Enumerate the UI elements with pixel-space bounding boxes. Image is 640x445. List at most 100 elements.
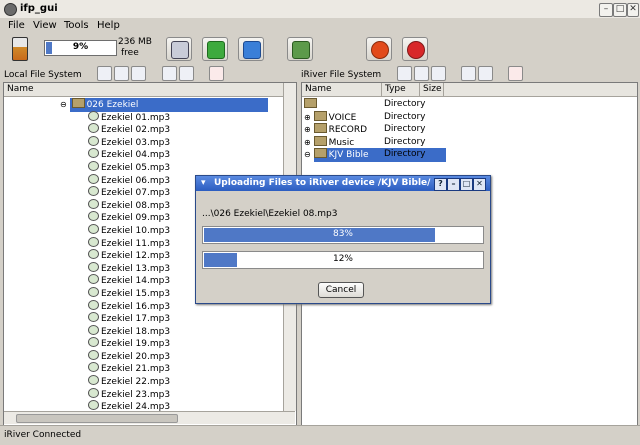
- format-button[interactable]: [366, 37, 392, 61]
- close-button[interactable]: ✕: [627, 3, 639, 17]
- download-button[interactable]: [202, 37, 228, 61]
- local-file-name: Ezekiel 18.mp3: [101, 326, 171, 337]
- local-file-name: Ezekiel 02.mp3: [101, 125, 171, 136]
- remote-home-button[interactable]: [414, 66, 429, 81]
- remote-folder-row[interactable]: ⊖ KJV Bible Directory: [304, 148, 449, 162]
- remote-rename-button[interactable]: [478, 66, 493, 81]
- upload-button[interactable]: [238, 37, 264, 61]
- folder-icon: [313, 135, 327, 146]
- audio-file-icon: [88, 123, 99, 134]
- local-file-row[interactable]: Ezekiel 01.mp3: [88, 110, 284, 124]
- dialog-minimize-button[interactable]: –: [447, 178, 460, 191]
- local-file-row[interactable]: Ezekiel 18.mp3: [88, 324, 284, 338]
- folder-icon: [71, 98, 85, 108]
- local-file-name: Ezekiel 08.mp3: [101, 200, 171, 211]
- remote-root-row[interactable]: Directory: [304, 98, 449, 111]
- local-refresh-button[interactable]: [97, 66, 112, 81]
- free-space-amount: 236 MB: [118, 37, 152, 47]
- local-info-button[interactable]: [162, 66, 177, 81]
- local-horizontal-scrollbar[interactable]: [4, 411, 295, 424]
- menu-tools[interactable]: Tools: [64, 20, 89, 31]
- expand-icon[interactable]: ⊖: [304, 150, 311, 159]
- remote-delete-button[interactable]: [508, 66, 523, 81]
- battery-icon: [10, 37, 30, 61]
- device-icon: [171, 41, 189, 59]
- audio-file-icon: [88, 211, 99, 222]
- dialog-title: Uploading Files to iRiver device /KJV Bi…: [214, 178, 431, 188]
- local-file-name: Ezekiel 06.mp3: [101, 175, 171, 186]
- remote-folder-row[interactable]: ⊕ RECORD Directory: [304, 123, 449, 136]
- dialog-title-bar: ▾ Uploading Files to iRiver device /KJV …: [196, 176, 490, 191]
- storage-usage-bar: 9%: [44, 40, 117, 56]
- upload-progress-dialog: ▾ Uploading Files to iRiver device /KJV …: [195, 175, 491, 304]
- local-folder-row[interactable]: ⊖ 026 Ezekiel: [60, 98, 284, 112]
- local-home-button[interactable]: [114, 66, 129, 81]
- green-arrow-icon: [207, 41, 225, 59]
- audio-file-icon: [88, 223, 99, 234]
- remote-folder-row[interactable]: ⊕ VOICE Directory: [304, 110, 449, 124]
- local-file-row[interactable]: Ezekiel 21.mp3: [88, 362, 284, 375]
- dialog-help-button[interactable]: ?: [434, 178, 447, 191]
- folder-icon: [313, 123, 327, 134]
- remote-new-folder-button[interactable]: [431, 66, 446, 81]
- remote-panel-title: iRiver File System: [301, 70, 382, 80]
- audio-file-icon: [88, 324, 99, 335]
- device-button[interactable]: [166, 37, 192, 61]
- audio-file-icon: [88, 387, 99, 398]
- blue-arrow-icon: [243, 41, 261, 59]
- lock-icon: [292, 41, 310, 59]
- menu-help[interactable]: Help: [97, 20, 120, 31]
- remote-info-button[interactable]: [461, 66, 476, 81]
- remote-column-size[interactable]: Size: [420, 83, 444, 96]
- local-file-row[interactable]: Ezekiel 02.mp3: [88, 123, 284, 136]
- local-column-name[interactable]: Name: [4, 83, 284, 96]
- local-file-row[interactable]: Ezekiel 23.mp3: [88, 387, 284, 401]
- title-bar: ifp_gui – □ ✕: [0, 0, 640, 19]
- local-column-header: Name: [4, 83, 284, 97]
- local-delete-button[interactable]: [209, 66, 224, 81]
- remote-column-type[interactable]: Type: [382, 83, 420, 96]
- audio-file-icon: [88, 135, 99, 146]
- local-file-row[interactable]: Ezekiel 17.mp3: [88, 312, 284, 325]
- local-file-row[interactable]: Ezekiel 20.mp3: [88, 349, 284, 363]
- remote-root-type: Directory: [384, 99, 426, 109]
- remote-folder-row[interactable]: ⊕ Music Directory: [304, 135, 449, 149]
- file-progress-percent: 12%: [332, 254, 353, 264]
- local-file-name: Ezekiel 04.mp3: [101, 150, 171, 161]
- storage-usage-percent: 9%: [72, 42, 89, 52]
- minimize-button[interactable]: –: [599, 3, 613, 17]
- local-file-name: Ezekiel 05.mp3: [101, 162, 171, 173]
- local-file-name: Ezekiel 23.mp3: [101, 389, 171, 400]
- local-file-row[interactable]: Ezekiel 05.mp3: [88, 160, 284, 174]
- audio-file-icon: [88, 186, 99, 197]
- dialog-app-icon: ▾: [201, 178, 206, 188]
- maximize-button[interactable]: □: [613, 3, 627, 17]
- remote-column-name[interactable]: Name: [302, 83, 382, 96]
- status-text: iRiver Connected: [4, 430, 82, 440]
- local-file-row[interactable]: Ezekiel 19.mp3: [88, 337, 284, 350]
- local-rename-button[interactable]: [179, 66, 194, 81]
- lock-button[interactable]: [287, 37, 313, 61]
- local-new-folder-button[interactable]: [131, 66, 146, 81]
- remote-refresh-button[interactable]: [397, 66, 412, 81]
- menu-bar: File View Tools Help: [0, 18, 640, 34]
- remote-folder-name: KJV Bible: [328, 150, 369, 161]
- local-file-row[interactable]: Ezekiel 04.mp3: [88, 148, 284, 161]
- expand-icon[interactable]: ⊕: [304, 125, 311, 134]
- dialog-close-button[interactable]: ✕: [473, 178, 486, 191]
- cancel-button[interactable]: Cancel: [318, 282, 364, 298]
- menu-file[interactable]: File: [8, 20, 25, 31]
- local-file-row[interactable]: Ezekiel 03.mp3: [88, 135, 284, 149]
- expand-icon[interactable]: ⊕: [304, 113, 311, 122]
- folder-icon: [313, 148, 327, 159]
- audio-file-icon: [88, 198, 99, 209]
- stop-button[interactable]: [402, 37, 428, 61]
- local-file-name: Ezekiel 14.mp3: [101, 276, 171, 287]
- audio-file-icon: [88, 236, 99, 247]
- expand-icon[interactable]: ⊕: [304, 138, 311, 147]
- toolbar: 9% 236 MB free: [0, 34, 640, 62]
- dialog-maximize-button[interactable]: □: [460, 178, 473, 191]
- local-file-row[interactable]: Ezekiel 22.mp3: [88, 375, 284, 388]
- menu-view[interactable]: View: [33, 20, 57, 31]
- overall-progress-percent: 83%: [332, 229, 353, 239]
